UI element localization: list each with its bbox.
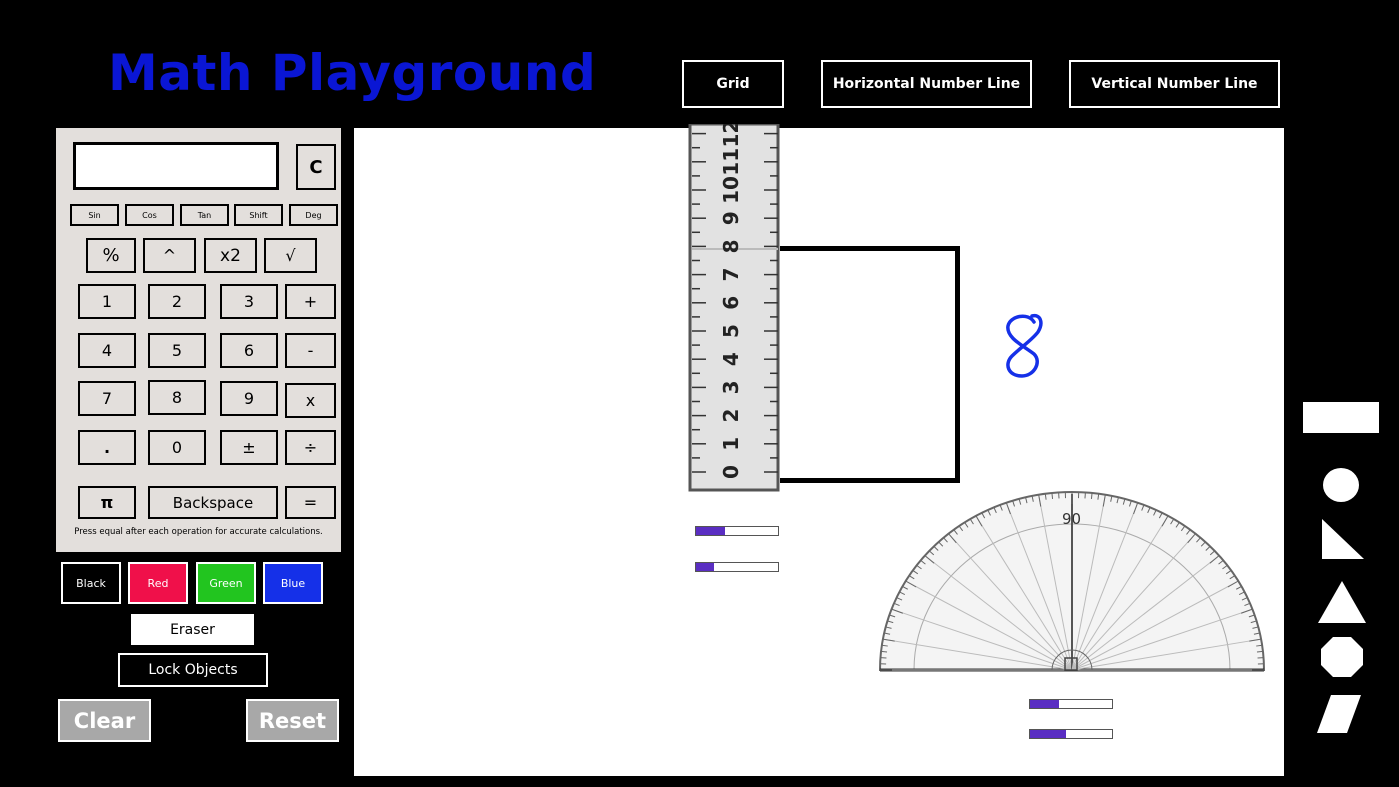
ruler-number: 11	[719, 148, 743, 176]
power-button[interactable]: ^	[143, 238, 196, 273]
blue-color-button[interactable]: Blue	[263, 562, 323, 604]
sqrt-button[interactable]: √	[264, 238, 317, 273]
decimal-button[interactable]: .	[78, 430, 136, 465]
calculator-display	[73, 142, 279, 190]
ruler[interactable]: 0123456789101112	[688, 124, 784, 492]
protractor-center-label: 90	[1062, 510, 1081, 528]
ruler-number: 0	[719, 465, 743, 479]
right-triangle-shape[interactable]	[1322, 519, 1366, 559]
digit-9-button[interactable]: 9	[220, 381, 278, 416]
vertical-number-line-button[interactable]: Vertical Number Line	[1069, 60, 1280, 108]
digit-8-button[interactable]: 8	[148, 380, 206, 415]
percent-button[interactable]: %	[86, 238, 136, 273]
ruler-number: 3	[719, 380, 743, 394]
digit-0-button[interactable]: 0	[148, 430, 206, 465]
handwriting-text: 8	[994, 310, 995, 311]
protractor-slider-2[interactable]	[1029, 729, 1113, 739]
digit-7-button[interactable]: 7	[78, 381, 136, 416]
eraser-button[interactable]: Eraser	[131, 614, 254, 645]
drawn-rectangle	[780, 246, 960, 483]
red-color-button[interactable]: Red	[128, 562, 188, 604]
rectangle-shape[interactable]	[1303, 402, 1379, 433]
digit-2-button[interactable]: 2	[148, 284, 206, 319]
ruler-number: 9	[719, 211, 743, 225]
protractor-slider-2-fill	[1030, 730, 1067, 738]
triangle-shape[interactable]	[1318, 581, 1366, 623]
green-color-button[interactable]: Green	[196, 562, 256, 604]
plus-button[interactable]: +	[285, 284, 336, 319]
ruler-slider-1-fill	[696, 527, 725, 535]
protractor-slider-1-fill	[1030, 700, 1059, 708]
multiply-button[interactable]: x	[285, 383, 336, 418]
black-color-button[interactable]: Black	[61, 562, 121, 604]
grid-button[interactable]: Grid	[682, 60, 784, 108]
ruler-number: 10	[719, 176, 743, 204]
parallelogram-shape[interactable]	[1317, 695, 1361, 733]
digit-3-button[interactable]: 3	[220, 284, 278, 319]
octagon-shape[interactable]	[1321, 637, 1363, 677]
tan-button[interactable]: Tan	[180, 204, 229, 226]
ruler-number: 1	[719, 437, 743, 451]
plus-minus-button[interactable]: ±	[220, 430, 278, 465]
calculator: C Sin Cos Tan Shift Deg % ^ x2 √ 1 2 3 +…	[56, 128, 341, 552]
lock-objects-button[interactable]: Lock Objects	[118, 653, 268, 687]
clear-button[interactable]: Clear	[58, 699, 151, 742]
protractor[interactable]: 90	[874, 490, 1270, 674]
app-title: Math Playground	[108, 44, 597, 102]
protractor-tick	[1090, 492, 1093, 499]
protractor-tick	[1256, 650, 1264, 653]
square-button[interactable]: x2	[204, 238, 257, 273]
ruler-number: 12	[719, 124, 743, 148]
pi-button[interactable]: π	[78, 486, 136, 519]
calculator-clear-button[interactable]: C	[296, 144, 336, 190]
ruler-number: 2	[719, 409, 743, 423]
protractor-slider-1[interactable]	[1029, 699, 1113, 709]
drawing-canvas[interactable]: 0 1 2 3 4 5 6 7 8 9 10 11 12 8 90	[354, 124, 1284, 776]
equals-button[interactable]: =	[285, 486, 336, 519]
digit-5-button[interactable]: 5	[148, 333, 206, 368]
shift-button[interactable]: Shift	[234, 204, 283, 226]
handwritten-eight: 8	[994, 310, 1043, 378]
digit-6-button[interactable]: 6	[220, 333, 278, 368]
ruler-number: 4	[719, 352, 743, 366]
protractor-tick	[880, 650, 888, 653]
horizontal-number-line-button[interactable]: Horizontal Number Line	[821, 60, 1032, 108]
ruler-number: 5	[719, 324, 743, 338]
sin-button[interactable]: Sin	[70, 204, 119, 226]
digit-1-button[interactable]: 1	[78, 284, 136, 319]
ruler-number: 8	[719, 239, 743, 253]
minus-button[interactable]: -	[285, 333, 336, 368]
cos-button[interactable]: Cos	[125, 204, 174, 226]
ruler-number: 7	[719, 268, 743, 282]
protractor-tick	[1051, 492, 1054, 499]
reset-button[interactable]: Reset	[246, 699, 339, 742]
ruler-slider-2[interactable]	[695, 562, 779, 572]
deg-button[interactable]: Deg	[289, 204, 338, 226]
digit-4-button[interactable]: 4	[78, 333, 136, 368]
circle-shape[interactable]	[1323, 468, 1359, 502]
ruler-number: 6	[719, 296, 743, 310]
calculator-hint: Press equal after each operation for acc…	[74, 527, 323, 537]
divide-button[interactable]: ÷	[285, 430, 336, 465]
ruler-slider-1[interactable]	[695, 526, 779, 536]
backspace-button[interactable]: Backspace	[148, 486, 278, 519]
ruler-slider-2-fill	[696, 563, 715, 571]
